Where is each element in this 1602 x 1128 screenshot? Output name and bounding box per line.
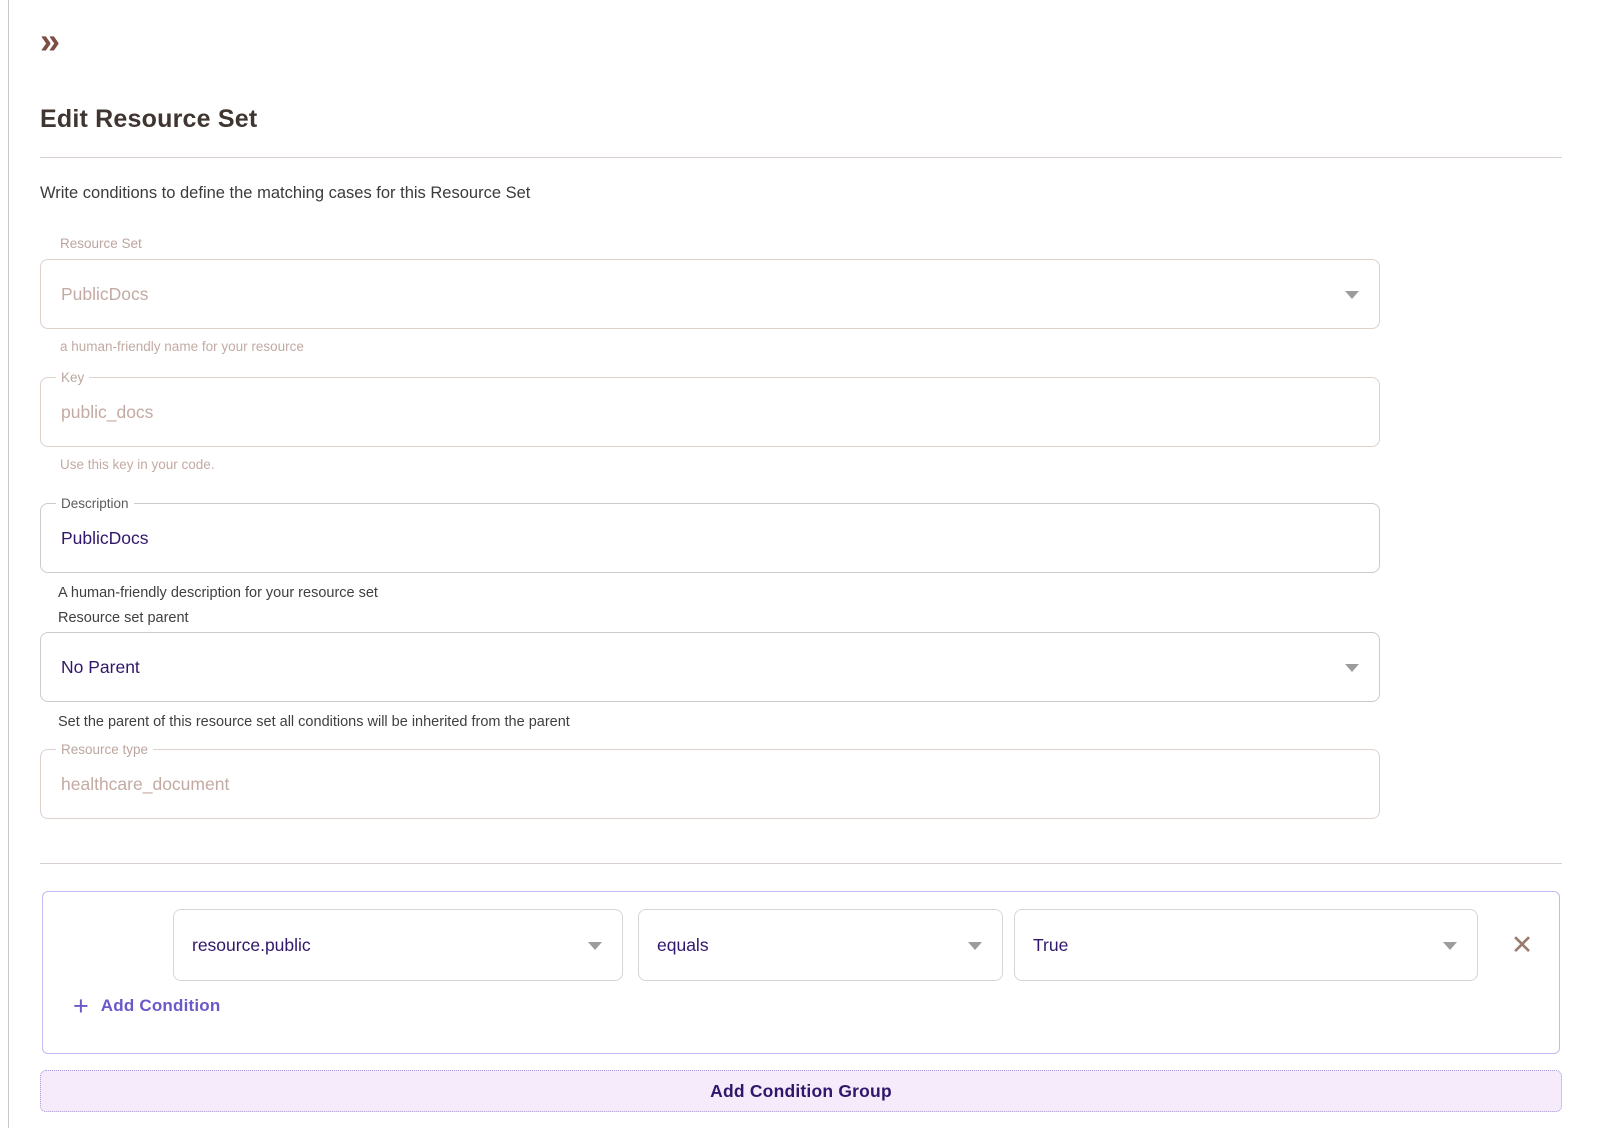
resource-set-select[interactable]: PublicDocs bbox=[40, 259, 1380, 329]
remove-condition-button[interactable]: ✕ bbox=[1502, 925, 1542, 965]
parent-helper: Set the parent of this resource set all … bbox=[58, 714, 1564, 731]
condition-operator-value: equals bbox=[657, 935, 709, 956]
key-input[interactable]: Key public_docs bbox=[40, 377, 1380, 447]
page-description: Write conditions to define the matching … bbox=[40, 183, 1564, 203]
description-helper: A human-friendly description for your re… bbox=[58, 585, 1564, 602]
panel-edge-divider bbox=[8, 0, 9, 1128]
chevron-down-icon bbox=[1345, 664, 1359, 672]
add-condition-group-button[interactable]: Add Condition Group bbox=[40, 1070, 1562, 1112]
condition-value-value: True bbox=[1033, 935, 1068, 956]
header-divider bbox=[40, 157, 1562, 158]
chevron-down-icon bbox=[1345, 291, 1359, 299]
key-label: Key bbox=[56, 369, 89, 386]
condition-row: resource.public equals True ✕ bbox=[173, 909, 1559, 981]
condition-operator-select[interactable]: equals bbox=[638, 909, 1003, 981]
edit-resource-set-panel: » Edit Resource Set Write conditions to … bbox=[40, 0, 1564, 1112]
add-condition-button[interactable]: + Add Condition bbox=[73, 995, 1559, 1017]
conditions-section-divider bbox=[40, 863, 1562, 864]
resource-type-value: healthcare_document bbox=[61, 774, 229, 795]
resource-set-helper: a human-friendly name for your resource bbox=[60, 339, 1564, 355]
condition-value-select[interactable]: True bbox=[1014, 909, 1478, 981]
description-value: PublicDocs bbox=[61, 528, 149, 549]
resource-type-label: Resource type bbox=[56, 741, 153, 758]
description-label: Description bbox=[56, 495, 134, 512]
condition-attribute-value: resource.public bbox=[192, 935, 311, 956]
chevron-down-icon bbox=[588, 942, 602, 950]
parent-value: No Parent bbox=[61, 657, 140, 678]
chevron-down-icon bbox=[968, 942, 982, 950]
condition-attribute-select[interactable]: resource.public bbox=[173, 909, 623, 981]
chevron-down-icon bbox=[1443, 942, 1457, 950]
chevron-double-right-icon: » bbox=[40, 20, 58, 61]
description-input[interactable]: Description PublicDocs bbox=[40, 503, 1380, 573]
condition-group: resource.public equals True ✕ + Add Cond… bbox=[42, 891, 1560, 1054]
key-value: public_docs bbox=[61, 402, 153, 423]
page-title: Edit Resource Set bbox=[40, 104, 1564, 134]
add-condition-group-label: Add Condition Group bbox=[710, 1081, 892, 1102]
resource-type-input[interactable]: Resource type healthcare_document bbox=[40, 749, 1380, 819]
key-helper: Use this key in your code. bbox=[60, 457, 1564, 473]
resource-set-value: PublicDocs bbox=[61, 284, 149, 305]
parent-label: Resource set parent bbox=[58, 610, 1564, 627]
close-x-icon: ✕ bbox=[1511, 932, 1534, 959]
plus-icon: + bbox=[73, 995, 89, 1017]
add-condition-label: Add Condition bbox=[101, 996, 221, 1016]
resource-set-label: Resource Set bbox=[60, 236, 1564, 252]
collapse-panel-button[interactable]: » bbox=[40, 22, 80, 60]
parent-select[interactable]: No Parent bbox=[40, 632, 1380, 702]
